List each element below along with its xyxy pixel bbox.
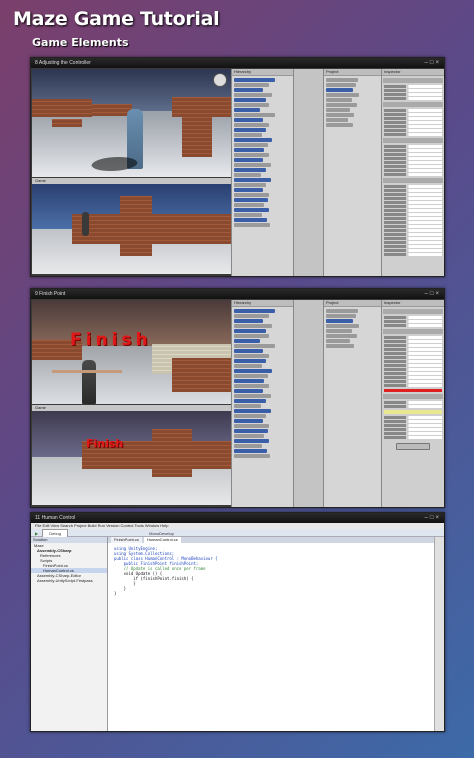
tab-humancontrol[interactable]: HumanControl.cs bbox=[143, 537, 181, 543]
screenshot-panel-human-control: 11 Human Control –□× File Edit View Sear… bbox=[30, 512, 445, 732]
window-titlebar: 9 Finish Point –□× bbox=[31, 289, 444, 299]
hierarchy-header: Hierarchy bbox=[232, 300, 294, 307]
tutorial-subtitle: Game Elements bbox=[32, 36, 129, 49]
project-panel[interactable]: Project bbox=[323, 69, 382, 276]
project-header: Project bbox=[324, 69, 382, 76]
close-icon[interactable]: × bbox=[435, 515, 441, 521]
code-editor[interactable]: FinishPoint.cs HumanControl.cs using Unit… bbox=[108, 537, 434, 731]
window-title: 9 Finish Point bbox=[35, 291, 66, 297]
tutorial-title: Maze Game Tutorial bbox=[13, 8, 220, 30]
window-buttons[interactable]: –□× bbox=[425, 58, 441, 68]
code-area[interactable]: using UnityEngine; using System.Collectio… bbox=[108, 543, 434, 599]
play-icon[interactable]: ▶ bbox=[35, 531, 38, 536]
close-icon[interactable]: × bbox=[435, 60, 441, 66]
scene-view[interactable] bbox=[32, 69, 231, 177]
inspector-header: Inspector bbox=[382, 300, 444, 307]
add-component-button[interactable] bbox=[396, 443, 430, 450]
window-buttons[interactable]: –□× bbox=[425, 513, 441, 523]
game-view[interactable] bbox=[32, 184, 231, 274]
hierarchy-header: Hierarchy bbox=[232, 69, 294, 76]
scene-view[interactable]: Finish bbox=[32, 300, 231, 404]
finish-text-scene: Finish bbox=[70, 330, 152, 350]
inspector-header: Inspector bbox=[382, 69, 444, 76]
project-panel[interactable]: Project bbox=[323, 300, 382, 507]
game-view[interactable]: Finish bbox=[32, 411, 231, 505]
inspector-panel[interactable]: Inspector bbox=[381, 300, 444, 507]
hierarchy-panel[interactable]: Hierarchy bbox=[231, 300, 294, 507]
scroll-column bbox=[293, 300, 324, 507]
close-icon[interactable]: × bbox=[435, 291, 441, 297]
scroll-column bbox=[293, 69, 324, 276]
window-title: 11 Human Control bbox=[35, 515, 76, 521]
side-toolstrip[interactable] bbox=[434, 537, 444, 731]
solution-pane[interactable]: Solution Maze Assembly-CSharp References… bbox=[31, 537, 108, 731]
editor-toolbar[interactable]: ▶ Debug MonoDevelop bbox=[31, 529, 444, 538]
hierarchy-panel[interactable]: Hierarchy bbox=[231, 69, 294, 276]
tab-finishpoint[interactable]: FinishPoint.cs bbox=[111, 537, 142, 543]
screenshot-panel-finish: 9 Finish Point –□× Finish Game Finish Hi… bbox=[30, 288, 445, 508]
project-header: Project bbox=[324, 300, 382, 307]
solution-item[interactable]: Assembly-UnityScript-Firstpass bbox=[31, 578, 107, 583]
gizmo-icon[interactable] bbox=[213, 73, 227, 87]
player-character bbox=[82, 212, 89, 236]
window-title: 8 Adjusting the Controller bbox=[35, 60, 91, 66]
character-model[interactable] bbox=[82, 360, 96, 404]
finish-text-game: Finish bbox=[86, 437, 124, 450]
code-line: } bbox=[114, 591, 117, 596]
screenshot-panel-controller: 8 Adjusting the Controller –□× Game Hier… bbox=[30, 57, 445, 277]
inspector-panel[interactable]: Inspector bbox=[381, 69, 444, 276]
editor-title: MonoDevelop bbox=[149, 531, 174, 536]
window-titlebar: 11 Human Control –□× bbox=[31, 513, 444, 523]
window-buttons[interactable]: –□× bbox=[425, 289, 441, 299]
window-titlebar: 8 Adjusting the Controller –□× bbox=[31, 58, 444, 68]
